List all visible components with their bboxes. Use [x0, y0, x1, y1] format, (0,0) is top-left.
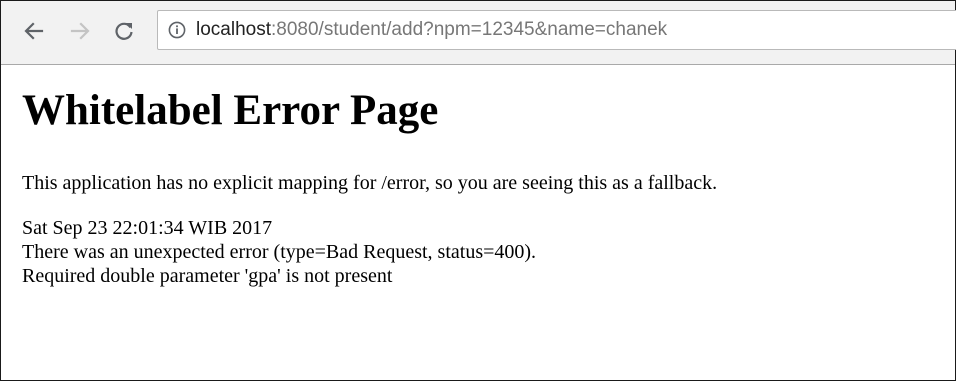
- url-host: localhost: [196, 19, 271, 40]
- error-type-status: There was an unexpected error (type=Bad …: [22, 241, 537, 263]
- browser-toolbar: localhost:8080/student/add?npm=12345&nam…: [1, 1, 956, 65]
- back-button[interactable]: [21, 18, 47, 44]
- reload-icon: [115, 22, 133, 40]
- address-bar[interactable]: localhost:8080/student/add?npm=12345&nam…: [157, 10, 956, 50]
- page-title: Whitelabel Error Page: [22, 87, 439, 134]
- error-details: Sat Sep 23 22:01:34 WIB 2017 There was a…: [22, 216, 955, 288]
- error-message: This application has no explicit mapping…: [22, 172, 718, 194]
- url-path: :8080/student/add?npm=12345&name=chanek: [271, 19, 668, 40]
- page-content: Whitelabel Error Page This application h…: [1, 85, 955, 288]
- arrow-right-icon: [70, 22, 90, 40]
- info-icon[interactable]: [168, 21, 186, 39]
- forward-button[interactable]: [67, 18, 93, 44]
- reload-button[interactable]: [111, 18, 137, 44]
- error-detail: Required double parameter 'gpa' is not p…: [22, 265, 393, 287]
- arrow-left-icon: [24, 22, 44, 40]
- browser-window: localhost:8080/student/add?npm=12345&nam…: [0, 0, 956, 381]
- error-timestamp: Sat Sep 23 22:01:34 WIB 2017: [22, 217, 273, 239]
